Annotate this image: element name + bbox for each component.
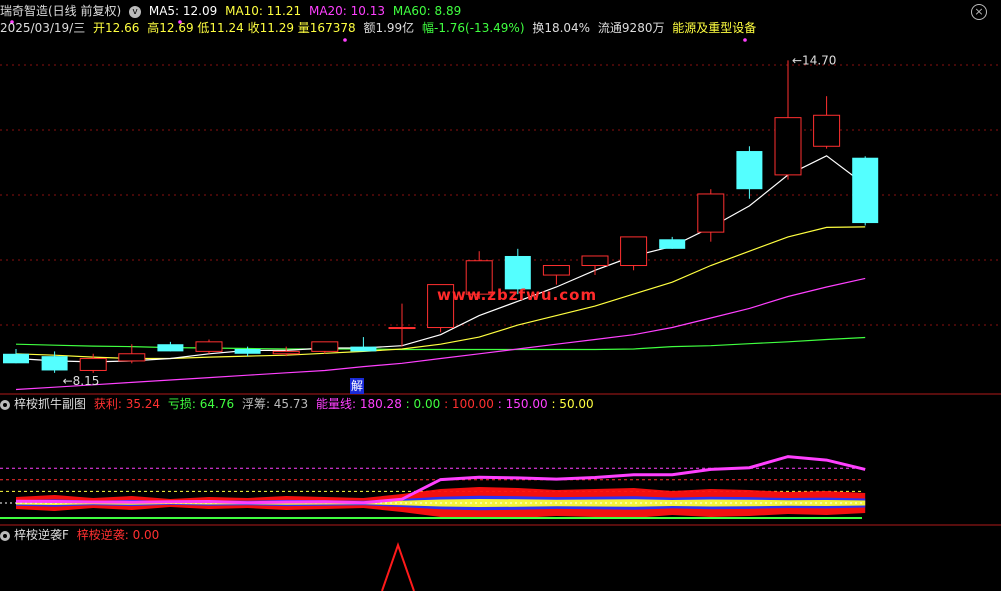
- volume-label: 量167378: [297, 21, 356, 35]
- jie-badge: 解: [350, 378, 364, 394]
- turnover-label: 换18.04%: [532, 21, 591, 35]
- candle-body: [774, 117, 802, 176]
- watermark: www.zbzfwu.com: [437, 286, 598, 304]
- candle-body: [311, 341, 339, 352]
- v100-label: : 100.00: [444, 397, 494, 411]
- candle-body: [504, 255, 531, 290]
- indicator2-header: 梓桉逆袭F 梓桉逆袭: 0.00: [0, 527, 163, 543]
- candle-body: [79, 358, 107, 371]
- candle-body: [350, 346, 377, 352]
- candle-body: [3, 353, 29, 364]
- low-label: 低11.24: [197, 21, 244, 35]
- amount-label: 额1.99亿: [363, 21, 415, 35]
- v50-label: : 50.00: [551, 397, 594, 411]
- low-price-label: ←8.15: [63, 374, 100, 388]
- chevron-down-icon[interactable]: v: [129, 5, 142, 18]
- candle-body: [157, 344, 184, 352]
- candle-body: [581, 255, 609, 267]
- date-label: 2025/03/19/三: [0, 21, 86, 35]
- high-label: 高12.69: [147, 21, 194, 35]
- close-label: 收11.29: [247, 21, 294, 35]
- float-chips-label: 浮筹: 45.73: [241, 397, 309, 411]
- float-label: 流通9280万: [597, 21, 665, 35]
- gear-icon[interactable]: [0, 530, 10, 541]
- open-label: 开12.66: [93, 21, 140, 35]
- stock-title[interactable]: 瑞奇智造(日线 前复权): [0, 4, 121, 18]
- profit-label: 获利: 35.24: [93, 397, 161, 411]
- ma5-label: MA5: 12.09: [148, 4, 218, 18]
- indicator2-title[interactable]: 梓桉逆袭F: [14, 528, 69, 542]
- candle-body: [852, 157, 879, 224]
- candle-body: [41, 356, 68, 371]
- header-line-2: 2025/03/19/三 开12.66 高12.69 低11.24 收11.29…: [0, 20, 760, 36]
- ma20-label: MA20: 10.13: [308, 4, 386, 18]
- ma60-line: [15, 336, 866, 351]
- v0-label: : 0.00: [405, 397, 441, 411]
- signal-dot-2: [343, 38, 347, 42]
- indicator1-title[interactable]: 梓桉抓牛副图: [14, 397, 86, 411]
- nixi-label: 梓桉逆袭: 0.00: [76, 528, 160, 542]
- ma60-label: MA60: 8.89: [392, 4, 462, 18]
- header-line-1: 瑞奇智造(日线 前复权) v MA5: 12.09 MA10: 11.21 MA…: [0, 3, 465, 19]
- ma10-label: MA10: 11.21: [225, 4, 302, 18]
- candle-body: [697, 193, 725, 233]
- sector-label[interactable]: 能源及重型设备: [672, 21, 756, 35]
- candle-body: [813, 114, 841, 147]
- loss-label: 亏损: 64.76: [167, 397, 235, 411]
- candle-body: [736, 151, 763, 190]
- candle-body: [620, 236, 648, 267]
- candle-body: [388, 327, 416, 330]
- high-price-label: ←14.70: [792, 53, 836, 67]
- v150-label: : 150.00: [497, 397, 548, 411]
- close-icon[interactable]: ×: [971, 4, 987, 20]
- candle-body: [272, 350, 300, 355]
- candle-body: [659, 239, 686, 249]
- indicator1-header: 梓桉抓牛副图 获利: 35.24 亏损: 64.76 浮筹: 45.73 能量线…: [0, 396, 598, 412]
- nixi-signal-spike: [381, 541, 415, 591]
- energy-label: 能量线: 180.28: [315, 397, 402, 411]
- candle-body: [542, 265, 570, 276]
- candle-body: [234, 348, 261, 354]
- gear-icon[interactable]: [0, 399, 10, 410]
- change-label: 幅-1.76(-13.49%): [422, 21, 525, 35]
- candle-body: [195, 341, 223, 352]
- candle-body: [118, 353, 146, 362]
- signal-dot-3: [743, 38, 747, 42]
